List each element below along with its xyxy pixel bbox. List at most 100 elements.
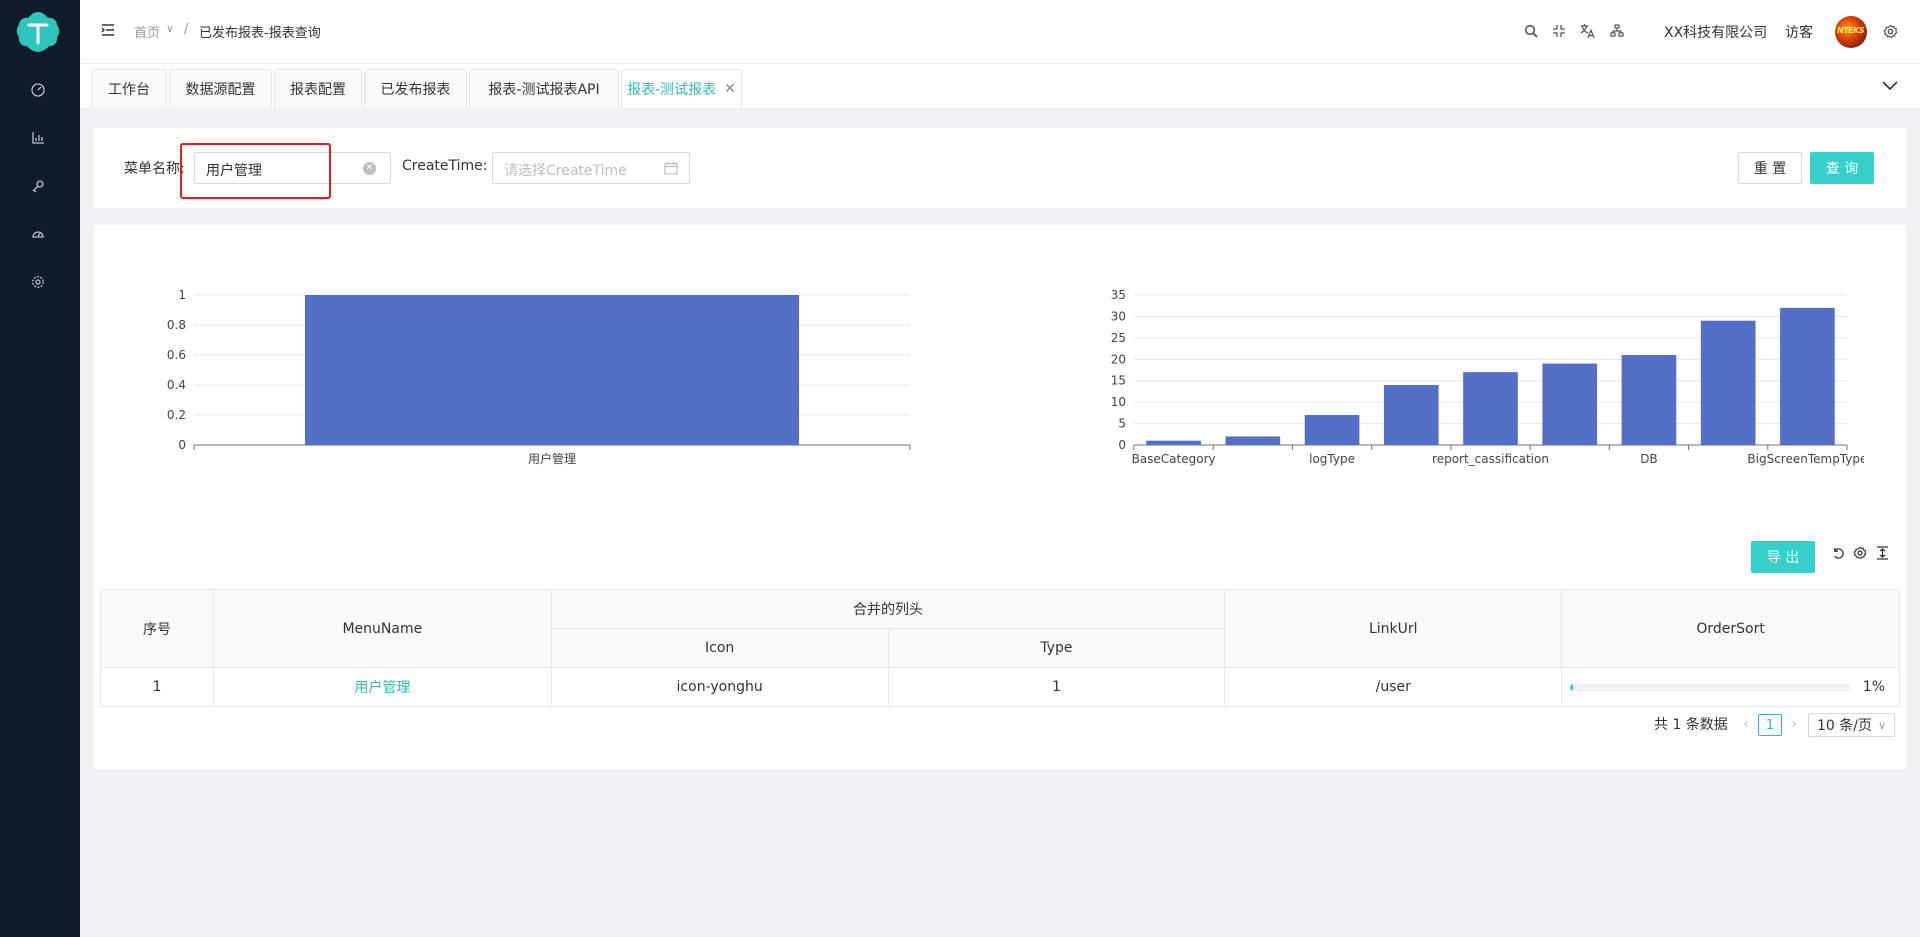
calendar-icon [664,162,678,175]
header-icon[interactable]: Icon [550,628,889,668]
tab-label: 报表-测试报表 [627,82,717,98]
y-tick-label: 15 [1111,374,1126,388]
bar [1780,307,1835,445]
chart-right: 0 5 10 15 20 25 30 35 BaseCategory logType report_… [1064,275,1868,479]
header-merged: 合并的列头 [550,589,1226,629]
y-tick-label: 5 [1118,417,1126,431]
cell-order-sort: 1% [1561,667,1900,707]
menu-name-link[interactable]: 用户管理 [354,680,410,696]
query-button[interactable]: 查 询 [1810,152,1874,184]
tab-label: 数据源配置 [185,82,256,98]
search-form: 菜单名称: 用户管理 ✕ CreateTime: 请选择CreateTime 重… [94,128,1906,208]
x-tick-label: BaseCategory [1132,452,1216,466]
createtime-picker[interactable]: 请选择CreateTime [492,152,690,184]
bar [1621,355,1677,445]
y-tick-label: 25 [1111,331,1126,345]
header-type[interactable]: Type [887,628,1226,668]
cell-menu-name[interactable]: 用户管理 [212,667,552,707]
tab-label: 工作台 [108,82,150,98]
chart-icon[interactable] [28,128,48,148]
bar [1383,385,1439,445]
y-tick-label: 0.8 [167,318,186,332]
settings-icon[interactable] [28,272,48,292]
column-settings-icon[interactable] [1852,545,1868,561]
logo-icon[interactable] [15,9,61,55]
progress-fill [1570,683,1573,691]
bar [1463,372,1518,445]
table-row: 1 用户管理 icon-yonghu 1 /user 1% [100,667,1900,707]
company-name[interactable]: XX科技有限公司 [1664,22,1767,42]
createtime-placeholder: 请选择CreateTime [504,163,627,179]
cell-index: 1 [100,667,214,707]
density-icon[interactable] [1874,545,1890,561]
report-content: 0 0.2 0.4 0.6 0.8 1 用户管理 0 5 10 15 20 25 30 35 BaseCat… [94,225,1906,769]
bar [1146,440,1201,445]
username[interactable]: 访客 [1785,22,1813,42]
key-icon[interactable] [28,176,48,196]
export-button[interactable]: 导 出 [1751,541,1815,573]
tab-label: 报表-测试报表API [488,82,600,98]
menu-toggle-icon[interactable] [100,22,116,38]
y-tick-label: 20 [1111,352,1126,366]
next-page-icon[interactable]: › [1786,712,1802,736]
bar [1542,363,1598,445]
x-tick-label: DB [1640,452,1657,466]
gear-icon[interactable] [1881,22,1899,40]
bar [1700,320,1756,445]
tab-published-reports[interactable]: 已发布报表 [364,69,467,108]
tab-report-test[interactable]: 报表-测试报表 ✕ [621,69,742,108]
y-tick-label: 0 [178,438,186,452]
fullscreen-icon[interactable] [1550,22,1568,40]
tab-bar: 工作台 数据源配置 报表配置 已发布报表 报表-测试报表API 报表-测试报表 … [80,64,1920,108]
page-size-select[interactable]: 10 条/页 ∨ [1808,713,1896,737]
x-tick-label: BigScreenTempType [1747,452,1864,466]
tab-report-config[interactable]: 报表配置 [274,69,362,108]
top-header: 首页 ∨ / 已发布报表-报表查询 XX科技有限公司 访客 NTEKS [80,0,1920,64]
bar [1304,415,1360,445]
x-tick-label: logType [1309,452,1355,466]
total-count: 共 1 条数据 [1654,717,1728,733]
breadcrumb-separator: / [184,22,189,37]
y-tick-label: 30 [1111,309,1126,323]
tab-report-test-api[interactable]: 报表-测试报表API [469,69,619,108]
y-tick-label: 0.6 [167,348,186,362]
y-tick-label: 0 [1118,438,1126,452]
chevron-down-icon: ∨ [1877,718,1887,732]
y-tick-label: 10 [1111,395,1126,409]
gauge-icon[interactable] [28,224,48,244]
header-link-url[interactable]: LinkUrl [1224,589,1563,668]
clear-icon[interactable]: ✕ [363,162,376,175]
progress-bar [1570,683,1851,691]
translate-icon[interactable] [1579,22,1597,40]
close-icon[interactable]: ✕ [724,81,736,97]
org-chart-icon[interactable] [1608,22,1626,40]
tabs-dropdown-icon[interactable] [1880,76,1900,96]
breadcrumb-current: 已发布报表-报表查询 [199,26,321,41]
x-tick-label: 用户管理 [528,451,576,466]
breadcrumb-home[interactable]: 首页 [134,22,160,41]
x-tick-label: report_cassification [1432,452,1549,466]
refresh-icon[interactable] [1830,545,1846,561]
y-tick-label: 35 [1111,288,1126,302]
y-tick-label: 0.2 [167,408,186,422]
header-menu-name[interactable]: MenuName [212,589,552,668]
dashboard-icon[interactable] [28,80,48,100]
header-index[interactable]: 序号 [100,589,214,668]
menu-name-label: 菜单名称: [124,161,185,177]
avatar[interactable]: NTEKS [1835,16,1867,48]
chart-left: 0 0.2 0.4 0.6 0.8 1 用户管理 [144,275,1024,479]
page-size-value: 10 条/页 [1817,718,1872,734]
page-number[interactable]: 1 [1758,714,1782,736]
progress-text: 1% [1862,679,1885,695]
bar [1225,436,1281,445]
cell-link-url: /user [1224,667,1563,707]
header-order-sort[interactable]: OrderSort [1561,589,1900,668]
highlight-annotation [180,143,331,199]
reset-button[interactable]: 重 置 [1738,152,1802,184]
search-icon[interactable] [1522,22,1540,40]
createtime-label: CreateTime: [402,158,488,174]
tab-datasource-config[interactable]: 数据源配置 [169,69,272,108]
tab-workbench[interactable]: 工作台 [91,69,167,108]
data-table: 序号 MenuName 合并的列头 LinkUrl OrderSort Icon… [100,589,1900,707]
prev-page-icon[interactable]: ‹ [1738,712,1754,736]
